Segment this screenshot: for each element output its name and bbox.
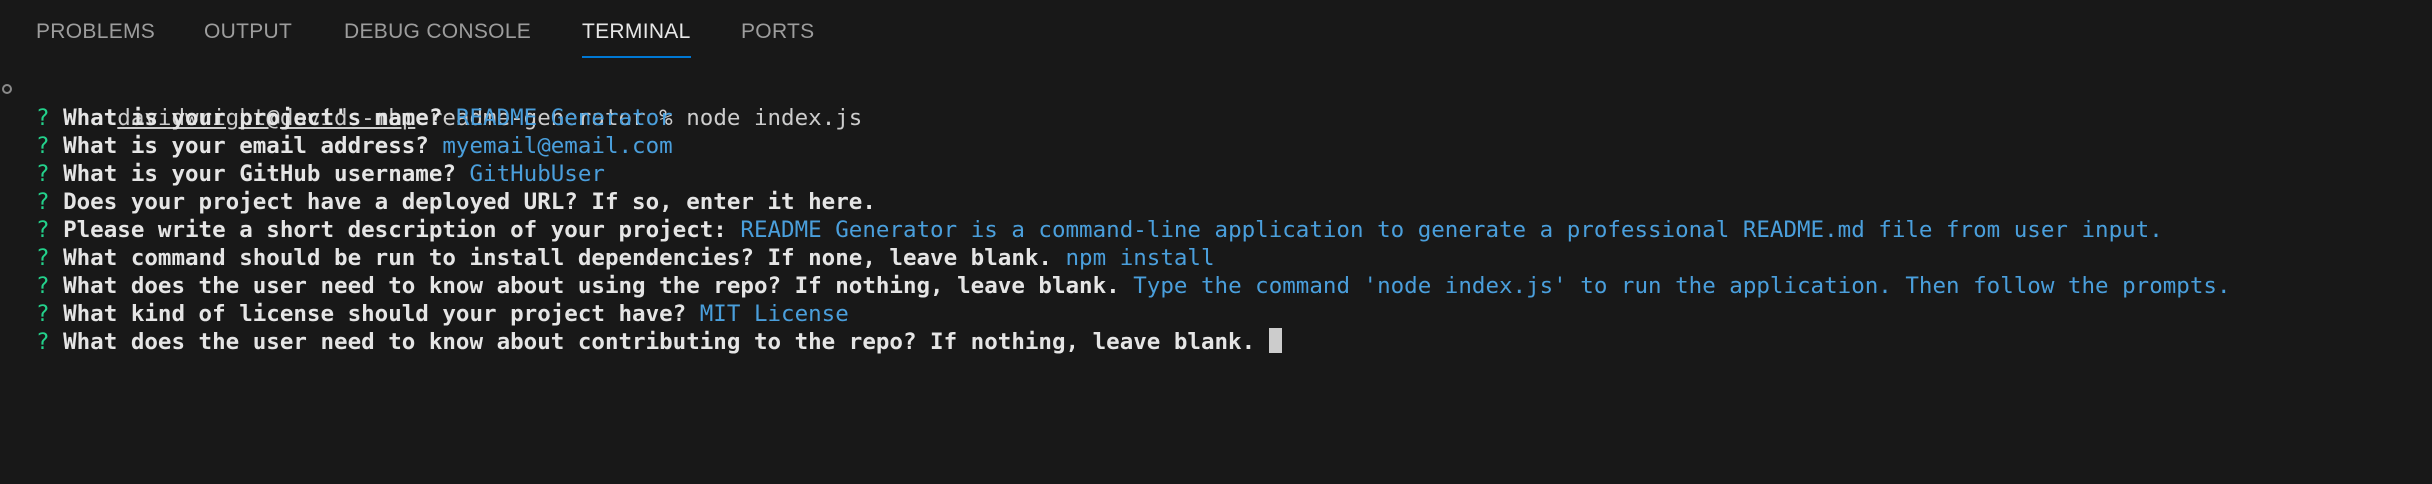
circle-icon bbox=[2, 84, 12, 94]
prompt-question: What is your GitHub username? bbox=[63, 161, 456, 187]
tab-ports[interactable]: PORTS bbox=[741, 20, 814, 60]
terminal-output[interactable]: davidwright@davids-mbp readme-generator … bbox=[0, 72, 2432, 472]
panel-tab-bar: PROBLEMS OUTPUT DEBUG CONSOLE TERMINAL P… bbox=[0, 0, 2432, 64]
question-mark-icon: ? bbox=[36, 301, 50, 327]
prompt-question: What is your email address? bbox=[63, 133, 429, 159]
prompt-question: What command should be run to install de… bbox=[63, 245, 1052, 271]
prompt-line: ? What command should be run to install … bbox=[36, 244, 1215, 272]
question-mark-icon: ? bbox=[36, 105, 50, 131]
prompt-answer: README Generator is a command-line appli… bbox=[740, 217, 2163, 243]
prompt-answer: Type the command 'node index.js' to run … bbox=[1133, 273, 2231, 299]
active-tab-indicator bbox=[582, 56, 691, 58]
prompt-answer: MIT License bbox=[699, 301, 849, 327]
prompt-line: ? What does the user need to know about … bbox=[36, 272, 2231, 300]
question-mark-icon: ? bbox=[36, 245, 50, 271]
question-mark-icon: ? bbox=[36, 329, 50, 355]
tab-debug-console-label: DEBUG CONSOLE bbox=[344, 20, 532, 43]
prompt-line: ? What kind of license should your proje… bbox=[36, 300, 849, 328]
question-mark-icon: ? bbox=[36, 217, 50, 243]
tab-terminal[interactable]: TERMINAL bbox=[582, 20, 691, 60]
tab-problems-label: PROBLEMS bbox=[36, 20, 156, 43]
question-mark-icon: ? bbox=[36, 273, 50, 299]
terminal-cursor bbox=[1268, 328, 1282, 353]
terminal-panel: PROBLEMS OUTPUT DEBUG CONSOLE TERMINAL P… bbox=[0, 0, 2432, 484]
tab-ports-label: PORTS bbox=[741, 20, 815, 43]
prompt-question: What kind of license should your project… bbox=[63, 301, 687, 327]
prompt-question: What is your project's name? bbox=[63, 105, 443, 131]
prompt-question: What does the user need to know about us… bbox=[63, 273, 1120, 299]
question-mark-icon: ? bbox=[36, 133, 50, 159]
tab-debug-console[interactable]: DEBUG CONSOLE bbox=[344, 20, 531, 60]
prompt-line: ? What is your project's name? README Ge… bbox=[36, 104, 673, 132]
prompt-line: ? What is your GitHub username? GitHubUs… bbox=[36, 160, 605, 188]
terminal-command: node index.js bbox=[686, 105, 863, 131]
prompt-answer: npm install bbox=[1065, 245, 1215, 271]
prompt-line: ? What is your email address? myemail@em… bbox=[36, 132, 673, 160]
prompt-question: Please write a short description of your… bbox=[63, 217, 727, 243]
prompt-answer: myemail@email.com bbox=[442, 133, 673, 159]
question-mark-icon: ? bbox=[36, 161, 50, 187]
tab-output[interactable]: OUTPUT bbox=[204, 20, 292, 60]
prompt-answer: README Generator bbox=[455, 105, 673, 131]
tab-problems[interactable]: PROBLEMS bbox=[36, 20, 155, 60]
tab-output-label: OUTPUT bbox=[204, 20, 293, 43]
prompt-line: ? Please write a short description of yo… bbox=[36, 216, 2163, 244]
question-mark-icon: ? bbox=[36, 189, 50, 215]
prompt-answer: GitHubUser bbox=[469, 161, 605, 187]
prompt-question: Does your project have a deployed URL? I… bbox=[63, 189, 876, 215]
prompt-question: What does the user need to know about co… bbox=[63, 329, 1256, 355]
command-line: davidwright@davids-mbp readme-generator … bbox=[0, 76, 862, 131]
prompt-line: ? Does your project have a deployed URL?… bbox=[36, 188, 889, 216]
prompt-line: ? What does the user need to know about … bbox=[36, 328, 1282, 356]
tab-terminal-label: TERMINAL bbox=[582, 20, 691, 43]
